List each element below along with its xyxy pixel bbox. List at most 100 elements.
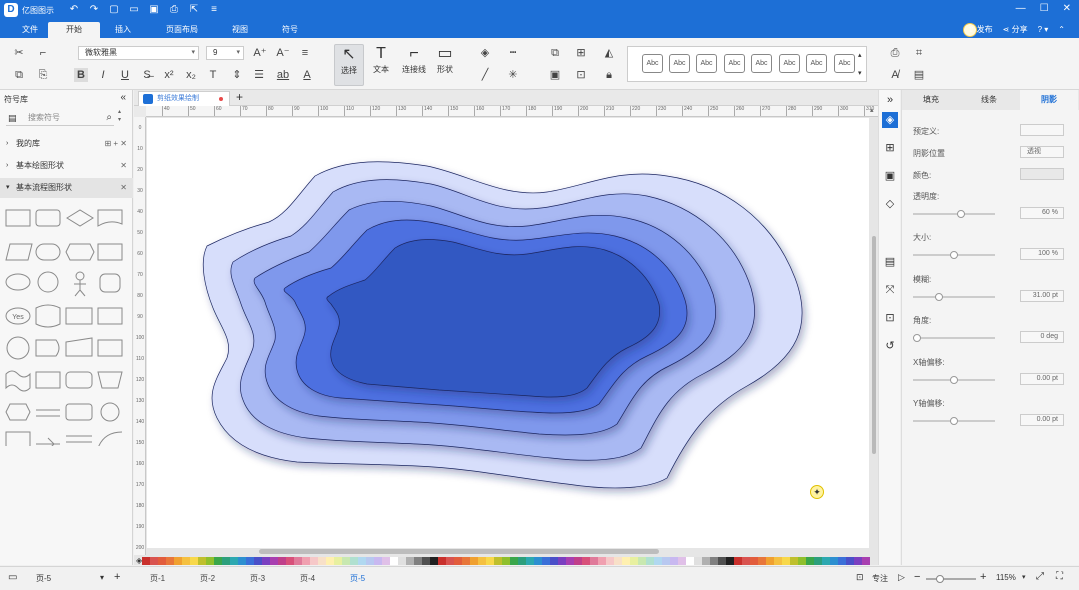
color-swatch[interactable] (718, 557, 726, 565)
library-section-basic-flowchart[interactable]: ▾ 基本流程图形状 ✕ (0, 178, 133, 198)
color-swatch[interactable] (598, 557, 606, 565)
layers-icon[interactable]: ▤ (912, 68, 926, 82)
strikethrough-icon[interactable]: S̶ (140, 68, 154, 82)
line-spacing-icon[interactable]: ⇕ (230, 68, 244, 82)
manual-operation-shape[interactable] (65, 337, 93, 357)
property-slider[interactable] (913, 376, 995, 384)
manual-input-shape[interactable] (99, 273, 121, 293)
collapse-panel-icon[interactable]: « (120, 92, 126, 103)
color-swatch[interactable] (502, 557, 510, 565)
color-swatch[interactable] (150, 557, 158, 565)
color-swatch[interactable] (766, 557, 774, 565)
color-swatch[interactable] (622, 557, 630, 565)
underline-icon[interactable]: U (118, 68, 132, 82)
fit-page-icon[interactable]: ⤢ (1036, 571, 1044, 582)
delay-shape[interactable] (35, 339, 60, 357)
color-swatch[interactable] (494, 557, 502, 565)
property-value-input[interactable]: 31.00 pt (1020, 290, 1064, 302)
add-document-button[interactable]: + (236, 90, 243, 104)
italic-icon[interactable]: I (96, 68, 110, 82)
property-slider[interactable] (913, 251, 995, 259)
presentation-icon[interactable]: ⊡ (882, 310, 898, 326)
close-icon[interactable]: ✕ (120, 178, 127, 198)
zoom-in-button[interactable]: + (980, 571, 986, 583)
terminator-shape[interactable] (35, 243, 61, 261)
color-swatch[interactable] (574, 557, 582, 565)
close-button[interactable]: ✕ (1063, 3, 1071, 14)
help-button[interactable]: ? ▾ (1038, 22, 1049, 38)
style-swatch[interactable]: Abc (696, 54, 717, 73)
share-button[interactable]: ⋖ 分享 (1003, 22, 1028, 38)
property-slider[interactable] (913, 334, 995, 342)
color-swatch[interactable] (830, 557, 838, 565)
cut-icon[interactable]: ✂ (12, 46, 26, 60)
history-icon[interactable]: ↺ (882, 338, 898, 354)
on-page-reference-shape[interactable] (6, 336, 30, 360)
lock-icon[interactable]: 🔒︎ (602, 68, 616, 82)
library-menu-icon[interactable]: ▤ (8, 110, 17, 126)
predefined-process-shape[interactable] (97, 243, 123, 261)
play-icon[interactable]: ▷ (898, 572, 905, 583)
hint-bulb-icon[interactable]: ✦ (810, 485, 824, 499)
chevron-down-icon[interactable]: ▾ (858, 69, 862, 77)
property-slider[interactable] (913, 293, 995, 301)
color-swatch[interactable] (382, 557, 390, 565)
color-swatch[interactable] (478, 557, 486, 565)
or-shape[interactable] (100, 402, 120, 422)
font-color-icon[interactable]: A (300, 68, 314, 82)
color-swatch[interactable] (326, 557, 334, 565)
vertical-scroll-thumb[interactable] (872, 236, 876, 454)
fit-icon[interactable]: ⤧ (882, 282, 898, 298)
color-swatch[interactable] (750, 557, 758, 565)
replace-icon[interactable]: ⎙ (888, 46, 902, 60)
minimize-button[interactable]: — (1016, 3, 1026, 14)
effects-icon[interactable]: ✳ (506, 68, 520, 82)
tab-symbols[interactable]: 符号 (270, 22, 310, 38)
align-objects-icon[interactable]: ⊞ (574, 46, 588, 60)
collapse-right-icon[interactable]: » (882, 92, 898, 108)
slider-knob[interactable] (913, 334, 921, 342)
flip-icon[interactable]: ◭ (602, 46, 616, 60)
search-input[interactable]: 搜索符号 (28, 110, 60, 126)
actor-shape[interactable] (75, 271, 85, 281)
bullet-list-icon[interactable]: ☰ (252, 68, 266, 82)
preset-select[interactable] (1020, 124, 1064, 136)
grid-icon[interactable]: ⊞ (882, 140, 898, 156)
focus-icon[interactable]: ⊡ (856, 572, 864, 583)
tape-shape[interactable] (5, 370, 31, 392)
color-swatch[interactable] (582, 557, 590, 565)
tab-shadow[interactable]: 阴影 (1020, 90, 1078, 110)
font-size-select[interactable]: 9 ▾ (206, 46, 244, 60)
slider-knob[interactable] (950, 251, 958, 259)
document-shape[interactable] (97, 209, 123, 227)
bold-icon[interactable]: B (74, 68, 88, 82)
color-swatch[interactable] (862, 557, 870, 565)
group-icon[interactable]: ▣ (548, 68, 562, 82)
undo-icon[interactable]: ↶ (68, 4, 80, 16)
color-swatch[interactable] (366, 557, 374, 565)
style-swatch[interactable]: Abc (806, 54, 827, 73)
color-swatch[interactable] (742, 557, 750, 565)
select-tool[interactable]: ↖ 选择 (334, 44, 364, 86)
slider-knob[interactable] (950, 376, 958, 384)
search-icon[interactable]: ⌕ (106, 110, 112, 126)
tab-view[interactable]: 视图 (220, 22, 260, 38)
export-icon[interactable]: ⇱ (188, 4, 200, 16)
color-swatch[interactable] (406, 557, 414, 565)
drawing-page[interactable] (147, 118, 869, 548)
maximize-button[interactable]: ☐ (1040, 3, 1049, 14)
color-swatch[interactable] (510, 557, 518, 565)
color-swatch[interactable] (398, 557, 406, 565)
new-file-icon[interactable]: ▢ (108, 4, 120, 16)
color-swatch[interactable] (310, 557, 318, 565)
text-case-icon[interactable]: T (206, 68, 220, 82)
page-selector[interactable]: 页-5 ▾ (36, 573, 104, 584)
collapse-ribbon-icon[interactable]: ⌃ (1058, 22, 1065, 38)
color-swatch[interactable] (638, 557, 646, 565)
fill-icon[interactable]: ◈ (478, 46, 492, 60)
alternate-process-shape[interactable] (65, 403, 93, 421)
color-swatch[interactable] (550, 557, 558, 565)
line-color-icon[interactable]: ╱ (478, 68, 492, 82)
color-swatch[interactable] (822, 557, 830, 565)
property-value-input[interactable]: 60 % (1020, 207, 1064, 219)
